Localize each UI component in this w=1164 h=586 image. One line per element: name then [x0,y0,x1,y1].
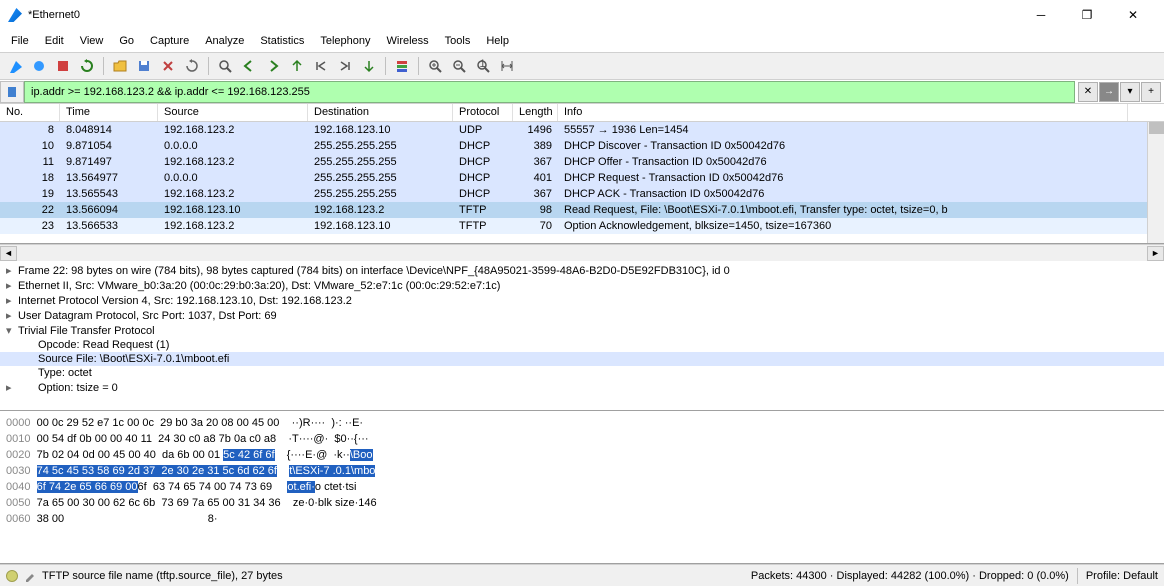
menu-tools[interactable]: Tools [438,33,478,49]
zoom-reset-icon[interactable]: 1 [472,55,494,77]
auto-scroll-icon[interactable] [358,55,380,77]
status-bar: TFTP source file name (tftp.source_file)… [0,564,1164,586]
start-capture-icon[interactable] [4,55,26,77]
zoom-in-icon[interactable] [424,55,446,77]
go-first-icon[interactable] [310,55,332,77]
close-button[interactable]: ✕ [1110,0,1156,30]
hex-line[interactable]: 0060 38 00 8· [6,511,1158,527]
menu-help[interactable]: Help [479,33,516,49]
hex-line[interactable]: 0020 7b 02 04 0d 00 45 00 40 da 6b 00 01… [6,447,1158,463]
packet-row[interactable]: 1813.5649770.0.0.0255.255.255.255DHCP401… [0,170,1164,186]
bookmark-filter-icon[interactable] [0,81,24,103]
detail-line[interactable]: ▸Option: tsize = 0 [0,380,1164,395]
go-forward-icon[interactable] [262,55,284,77]
column-header[interactable]: Protocol [453,104,513,121]
detail-line[interactable]: ▸Frame 22: 98 bytes on wire (784 bits), … [0,263,1164,278]
packet-row[interactable]: 109.8710540.0.0.0255.255.255.255DHCP389D… [0,138,1164,154]
menu-analyze[interactable]: Analyze [198,33,251,49]
detail-line[interactable]: Source File: \Boot\ESXi-7.0.1\mboot.efi [0,352,1164,366]
colorize-icon[interactable] [391,55,413,77]
toolbar: 1 [0,52,1164,80]
display-filter-input[interactable] [24,81,1075,103]
menu-wireless[interactable]: Wireless [380,33,436,49]
status-profile[interactable]: Profile: Default [1086,570,1158,582]
menu-capture[interactable]: Capture [143,33,196,49]
column-header[interactable]: Info [558,104,1128,121]
packet-row[interactable]: 119.871497192.168.123.2255.255.255.255DH… [0,154,1164,170]
column-header[interactable]: Length [513,104,558,121]
hex-line[interactable]: 0030 74 5c 45 53 58 69 2d 37 2e 30 2e 31… [6,463,1158,479]
window-title: *Ethernet0 [28,9,80,21]
status-packets: Packets: 44300 · Displayed: 44282 (100.0… [751,570,1069,582]
resize-columns-icon[interactable] [496,55,518,77]
expert-info-icon[interactable] [6,570,18,582]
hex-line[interactable]: 0010 00 54 df 0b 00 00 40 11 24 30 c0 a8… [6,431,1158,447]
detail-line[interactable]: ▸Ethernet II, Src: VMware_b0:3a:20 (00:0… [0,278,1164,293]
zoom-out-icon[interactable] [448,55,470,77]
horizontal-scrollbar[interactable]: ◄► [0,244,1164,261]
packet-row[interactable]: 2213.566094192.168.123.10192.168.123.2TF… [0,202,1164,218]
menu-bar: FileEditViewGoCaptureAnalyzeStatisticsTe… [0,30,1164,52]
detail-line[interactable]: ▸Internet Protocol Version 4, Src: 192.1… [0,293,1164,308]
packet-row[interactable]: 1913.565543192.168.123.2255.255.255.255D… [0,186,1164,202]
packet-row[interactable]: 88.048914192.168.123.2192.168.123.10UDP1… [0,122,1164,138]
menu-telephony[interactable]: Telephony [313,33,377,49]
hex-line[interactable]: 0040 6f 74 2e 65 66 69 006f 63 74 65 74 … [6,479,1158,495]
hex-line[interactable]: 0050 7a 65 00 30 00 62 6c 6b 73 69 7a 65… [6,495,1158,511]
status-field-info: TFTP source file name (tftp.source_file)… [42,570,283,582]
maximize-button[interactable]: ❐ [1064,0,1110,30]
go-last-icon[interactable] [334,55,356,77]
apply-filter-button[interactable]: → [1099,82,1119,102]
clear-filter-button[interactable]: ✕ [1078,82,1098,102]
close-file-icon[interactable] [157,55,179,77]
packet-list-pane: No.TimeSourceDestinationProtocolLengthIn… [0,104,1164,244]
menu-go[interactable]: Go [112,33,141,49]
save-file-icon[interactable] [133,55,155,77]
column-header[interactable]: No. [0,104,60,121]
minimize-button[interactable]: ─ [1018,0,1064,30]
vertical-scrollbar[interactable] [1147,122,1164,243]
column-header[interactable]: Time [60,104,158,121]
add-filter-button[interactable]: + [1141,82,1161,102]
find-icon[interactable] [214,55,236,77]
detail-line[interactable]: Type: octet [0,366,1164,380]
menu-statistics[interactable]: Statistics [253,33,311,49]
packet-bytes-pane[interactable]: 0000 00 0c 29 52 e7 1c 00 0c 29 b0 3a 20… [0,411,1164,564]
edit-icon[interactable] [24,570,36,582]
app-icon [8,8,22,22]
column-header[interactable]: Source [158,104,308,121]
packet-details-pane[interactable]: ▸Frame 22: 98 bytes on wire (784 bits), … [0,261,1164,411]
menu-file[interactable]: File [4,33,36,49]
filter-history-button[interactable]: ▾ [1120,82,1140,102]
detail-line[interactable]: Opcode: Read Request (1) [0,338,1164,352]
filter-bar: ✕ → ▾ + [0,80,1164,104]
menu-view[interactable]: View [73,33,111,49]
capture-options-icon[interactable] [28,55,50,77]
reload-icon[interactable] [181,55,203,77]
detail-line[interactable]: ▸User Datagram Protocol, Src Port: 1037,… [0,308,1164,323]
packet-list-header: No.TimeSourceDestinationProtocolLengthIn… [0,104,1164,122]
column-header[interactable]: Destination [308,104,453,121]
detail-line[interactable]: ▾Trivial File Transfer Protocol [0,323,1164,338]
hex-line[interactable]: 0000 00 0c 29 52 e7 1c 00 0c 29 b0 3a 20… [6,415,1158,431]
menu-edit[interactable]: Edit [38,33,71,49]
packet-row[interactable]: 2313.566533192.168.123.2192.168.123.10TF… [0,218,1164,234]
title-bar: *Ethernet0 ─ ❐ ✕ [0,0,1164,30]
svg-text:1: 1 [480,59,486,70]
go-back-icon[interactable] [238,55,260,77]
stop-capture-icon[interactable] [52,55,74,77]
restart-capture-icon[interactable] [76,55,98,77]
go-to-packet-icon[interactable] [286,55,308,77]
open-file-icon[interactable] [109,55,131,77]
